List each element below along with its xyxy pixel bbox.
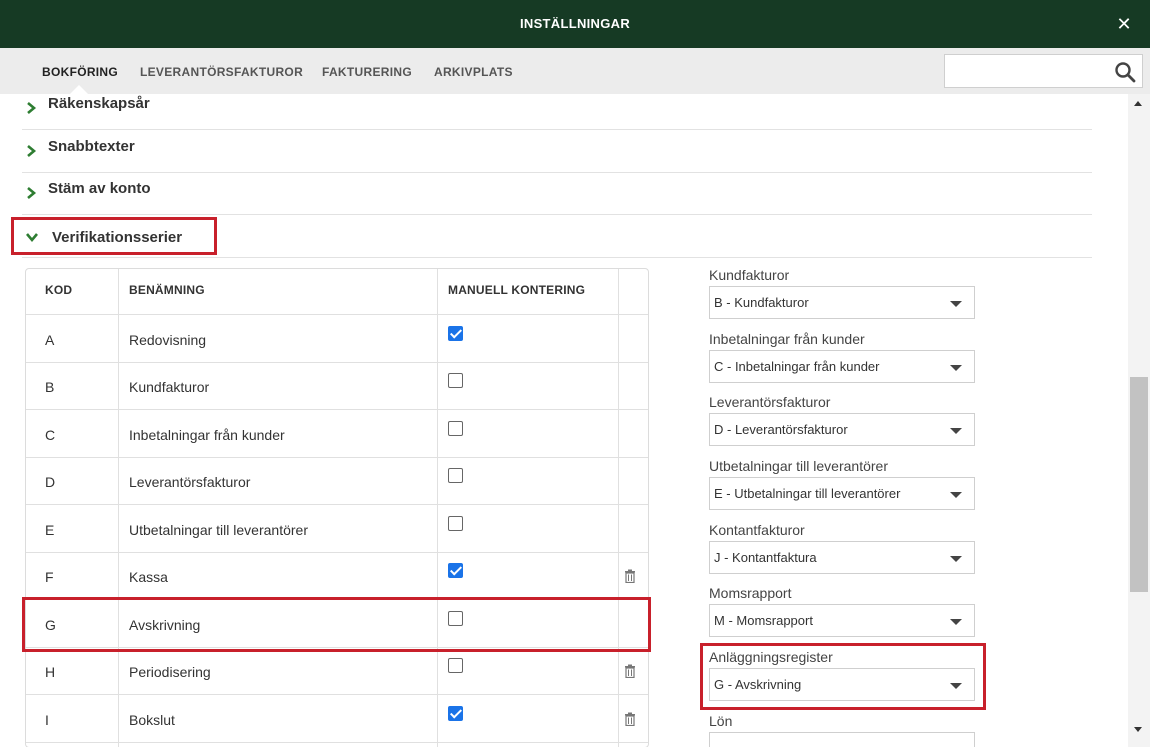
section-label: Verifikationsserier <box>52 229 183 246</box>
select-value: E - Utbetalningar till leverantörer <box>714 486 901 501</box>
cell-name: Kassa <box>129 569 168 585</box>
section-verifikationsserier[interactable]: Verifikationsserier <box>22 216 1092 258</box>
manual-checkbox[interactable] <box>448 516 463 531</box>
section-stam-av-konto[interactable]: Stäm av konto <box>22 173 1092 215</box>
field-label: Inbetalningar från kunder <box>709 331 865 347</box>
chevron-right-icon <box>27 187 37 199</box>
select-value: D - Leverantörsfakturor <box>714 422 848 437</box>
cell-code: D <box>45 474 56 490</box>
chevron-down-icon <box>950 619 962 625</box>
select-value: M - Momsrapport <box>714 613 813 628</box>
tab-arkivplats[interactable]: ARKIVPLATS <box>434 65 513 79</box>
search-box <box>944 54 1143 88</box>
cell-name: Redovisning <box>129 332 207 348</box>
section-rakenskapsar[interactable]: Räkenskapsår <box>22 94 1092 130</box>
manual-checkbox[interactable] <box>448 468 463 483</box>
select-momsrapport[interactable]: M - Momsrapport <box>709 604 975 637</box>
close-icon[interactable]: ✕ <box>1114 14 1134 34</box>
trash-icon[interactable] <box>624 569 636 583</box>
tab-leverantorsfakturor[interactable]: LEVERANTÖRSFAKTUROR <box>140 65 303 79</box>
chevron-down-icon <box>950 428 962 434</box>
manual-checkbox[interactable] <box>448 658 463 673</box>
cell-name: Bokslut <box>129 712 175 728</box>
column-header-kod[interactable]: KOD <box>45 283 72 297</box>
select-value: C - Inbetalningar från kunder <box>714 359 880 374</box>
chevron-right-icon <box>27 102 37 114</box>
cell-code: F <box>45 569 54 585</box>
select-leverantorsfakturor[interactable]: D - Leverantörsfakturor <box>709 413 975 446</box>
cell-code: A <box>45 332 55 348</box>
field-label: Momsrapport <box>709 585 792 601</box>
select-lon[interactable] <box>709 732 975 747</box>
manual-checkbox[interactable] <box>448 326 463 341</box>
chevron-down-icon <box>950 365 962 371</box>
chevron-down-icon <box>26 233 38 243</box>
chevron-down-icon <box>950 301 962 307</box>
select-value: B - Kundfakturor <box>714 295 809 310</box>
cell-code: E <box>45 522 55 538</box>
column-header-benamning[interactable]: BENÄMNING <box>129 283 205 297</box>
select-value: G - Avskrivning <box>714 677 802 692</box>
column-header-manuell-kontering[interactable]: MANUELL KONTERING <box>448 283 585 297</box>
field-label: Anläggningsregister <box>709 649 833 665</box>
trash-icon[interactable] <box>624 712 636 726</box>
section-snabbtexter[interactable]: Snabbtexter <box>22 131 1092 173</box>
scroll-up-icon[interactable] <box>1134 101 1142 106</box>
search-input[interactable] <box>951 59 1111 83</box>
cell-code: C <box>45 427 56 443</box>
settings-content: Räkenskapsår Snabbtexter Stäm av konto V… <box>0 94 1128 747</box>
chevron-down-icon <box>950 556 962 562</box>
field-label: Kundfakturor <box>709 267 790 283</box>
scroll-down-icon[interactable] <box>1134 727 1142 732</box>
select-utbetalningar[interactable]: E - Utbetalningar till leverantörer <box>709 477 975 510</box>
vertical-scrollbar[interactable] <box>1128 94 1150 747</box>
trash-icon[interactable] <box>624 664 636 678</box>
select-value: J - Kontantfaktura <box>714 550 817 565</box>
cell-code: G <box>45 617 56 633</box>
cell-code: H <box>45 664 56 680</box>
scrollbar-thumb[interactable] <box>1130 377 1148 592</box>
verification-series-table: KOD BENÄMNING MANUELL KONTERING A Redovi… <box>25 268 649 747</box>
chevron-down-icon <box>950 683 962 689</box>
field-label: Lön <box>709 713 733 729</box>
title-bar: INSTÄLLNINGAR ✕ <box>0 0 1150 48</box>
tab-fakturering[interactable]: FAKTURERING <box>322 65 412 79</box>
select-inbetalningar[interactable]: C - Inbetalningar från kunder <box>709 350 975 383</box>
cell-name: Inbetalningar från kunder <box>129 427 285 443</box>
field-label: Utbetalningar till leverantörer <box>709 458 888 474</box>
active-tab-indicator <box>70 85 88 94</box>
field-label: Leverantörsfakturor <box>709 394 831 410</box>
cell-name: Utbetalningar till leverantörer <box>129 522 308 538</box>
search-icon[interactable] <box>1114 61 1136 83</box>
section-label: Snabbtexter <box>48 138 135 155</box>
cell-code: I <box>45 712 49 728</box>
manual-checkbox[interactable] <box>448 373 463 388</box>
section-label: Stäm av konto <box>48 180 151 197</box>
cell-name: Kundfakturor <box>129 379 210 395</box>
chevron-right-icon <box>27 145 37 157</box>
dialog-title: INSTÄLLNINGAR <box>519 16 631 31</box>
select-anlaggningsregister[interactable]: G - Avskrivning <box>709 668 975 701</box>
cell-name: Periodisering <box>129 664 211 680</box>
select-kontantfakturor[interactable]: J - Kontantfaktura <box>709 541 975 574</box>
select-kundfakturor[interactable]: B - Kundfakturor <box>709 286 975 319</box>
manual-checkbox[interactable] <box>448 563 463 578</box>
field-label: Kontantfakturor <box>709 522 805 538</box>
manual-checkbox[interactable] <box>448 611 463 626</box>
manual-checkbox[interactable] <box>448 706 463 721</box>
tab-bokforing[interactable]: BOKFÖRING <box>42 65 118 79</box>
cell-code: B <box>45 379 55 395</box>
section-label: Räkenskapsår <box>48 95 150 112</box>
cell-name: Leverantörsfakturor <box>129 474 251 490</box>
chevron-down-icon <box>950 492 962 498</box>
manual-checkbox[interactable] <box>448 421 463 436</box>
cell-name: Avskrivning <box>129 617 201 633</box>
